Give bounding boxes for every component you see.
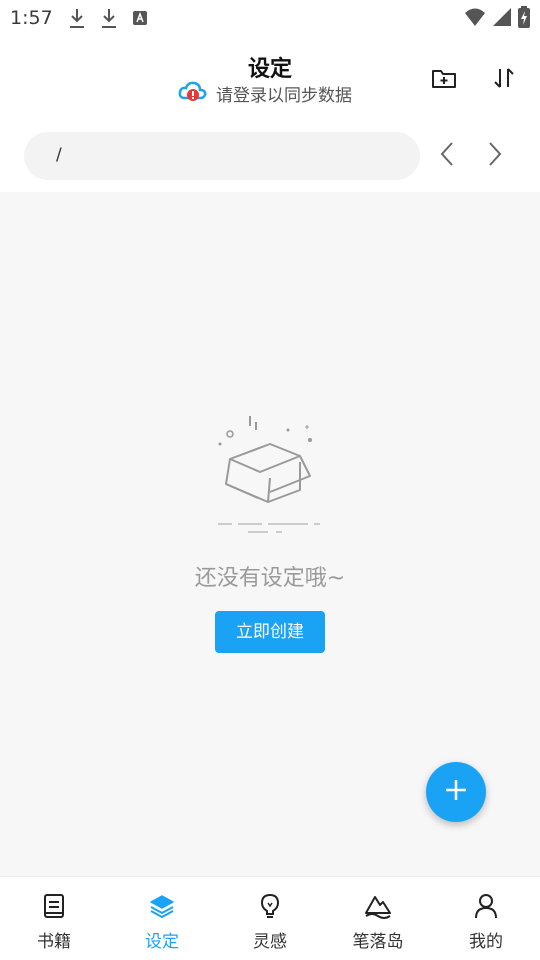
sort-icon xyxy=(491,65,517,95)
nav-label-mine: 我的 xyxy=(469,932,503,952)
nav-label-books: 书籍 xyxy=(37,932,71,952)
nav-label-island: 笔落岛 xyxy=(352,932,404,952)
empty-message: 还没有设定哦~ xyxy=(194,566,346,591)
nav-item-inspiration[interactable]: 灵感 xyxy=(216,877,324,960)
chevron-left-icon xyxy=(439,141,455,171)
text-icon xyxy=(132,10,148,26)
subtitle: 请登录以同步数据 xyxy=(216,85,352,106)
new-folder-button[interactable] xyxy=(428,64,460,96)
chevron-right-icon xyxy=(487,141,503,171)
sort-button[interactable] xyxy=(488,64,520,96)
create-now-button[interactable]: 立即创建 xyxy=(215,611,325,653)
lightbulb-icon xyxy=(258,893,282,923)
battery-charging-icon xyxy=(518,6,530,32)
nav-label-settings: 设定 xyxy=(145,932,179,952)
add-fab-button[interactable] xyxy=(426,762,486,822)
bottom-nav: 书籍 设定 灵感 笔落岛 我的 xyxy=(0,876,540,960)
cloud-alert-icon xyxy=(178,80,208,106)
empty-box-icon xyxy=(210,414,330,540)
status-time: 1:57 xyxy=(10,7,53,29)
layers-icon xyxy=(149,893,175,923)
nav-item-books[interactable]: 书籍 xyxy=(0,877,108,960)
app-header: 设定 请登录以同步数据 xyxy=(0,36,540,120)
status-bar: 1:57 xyxy=(0,0,540,36)
path-row: / xyxy=(0,120,540,192)
sync-login-prompt[interactable]: 请登录以同步数据 xyxy=(178,80,352,106)
content-area: 还没有设定哦~ 立即创建 xyxy=(0,192,540,876)
nav-item-settings[interactable]: 设定 xyxy=(108,877,216,960)
nav-item-mine[interactable]: 我的 xyxy=(432,877,540,960)
nav-item-island[interactable]: 笔落岛 xyxy=(324,877,432,960)
path-text: / xyxy=(56,145,62,165)
signal-icon xyxy=(492,7,512,31)
download-icon xyxy=(100,7,118,29)
system-icons xyxy=(464,6,530,32)
new-folder-icon xyxy=(431,66,457,94)
forward-button[interactable] xyxy=(481,142,509,170)
wifi-icon xyxy=(464,7,486,31)
mountain-icon xyxy=(364,893,392,923)
back-button[interactable] xyxy=(433,142,461,170)
path-breadcrumb[interactable]: / xyxy=(24,132,420,180)
nav-label-inspiration: 灵感 xyxy=(253,932,287,952)
book-icon xyxy=(42,893,66,923)
download-icon xyxy=(68,7,86,29)
notification-icons xyxy=(68,7,148,29)
user-icon xyxy=(474,893,498,923)
plus-icon xyxy=(444,778,468,806)
